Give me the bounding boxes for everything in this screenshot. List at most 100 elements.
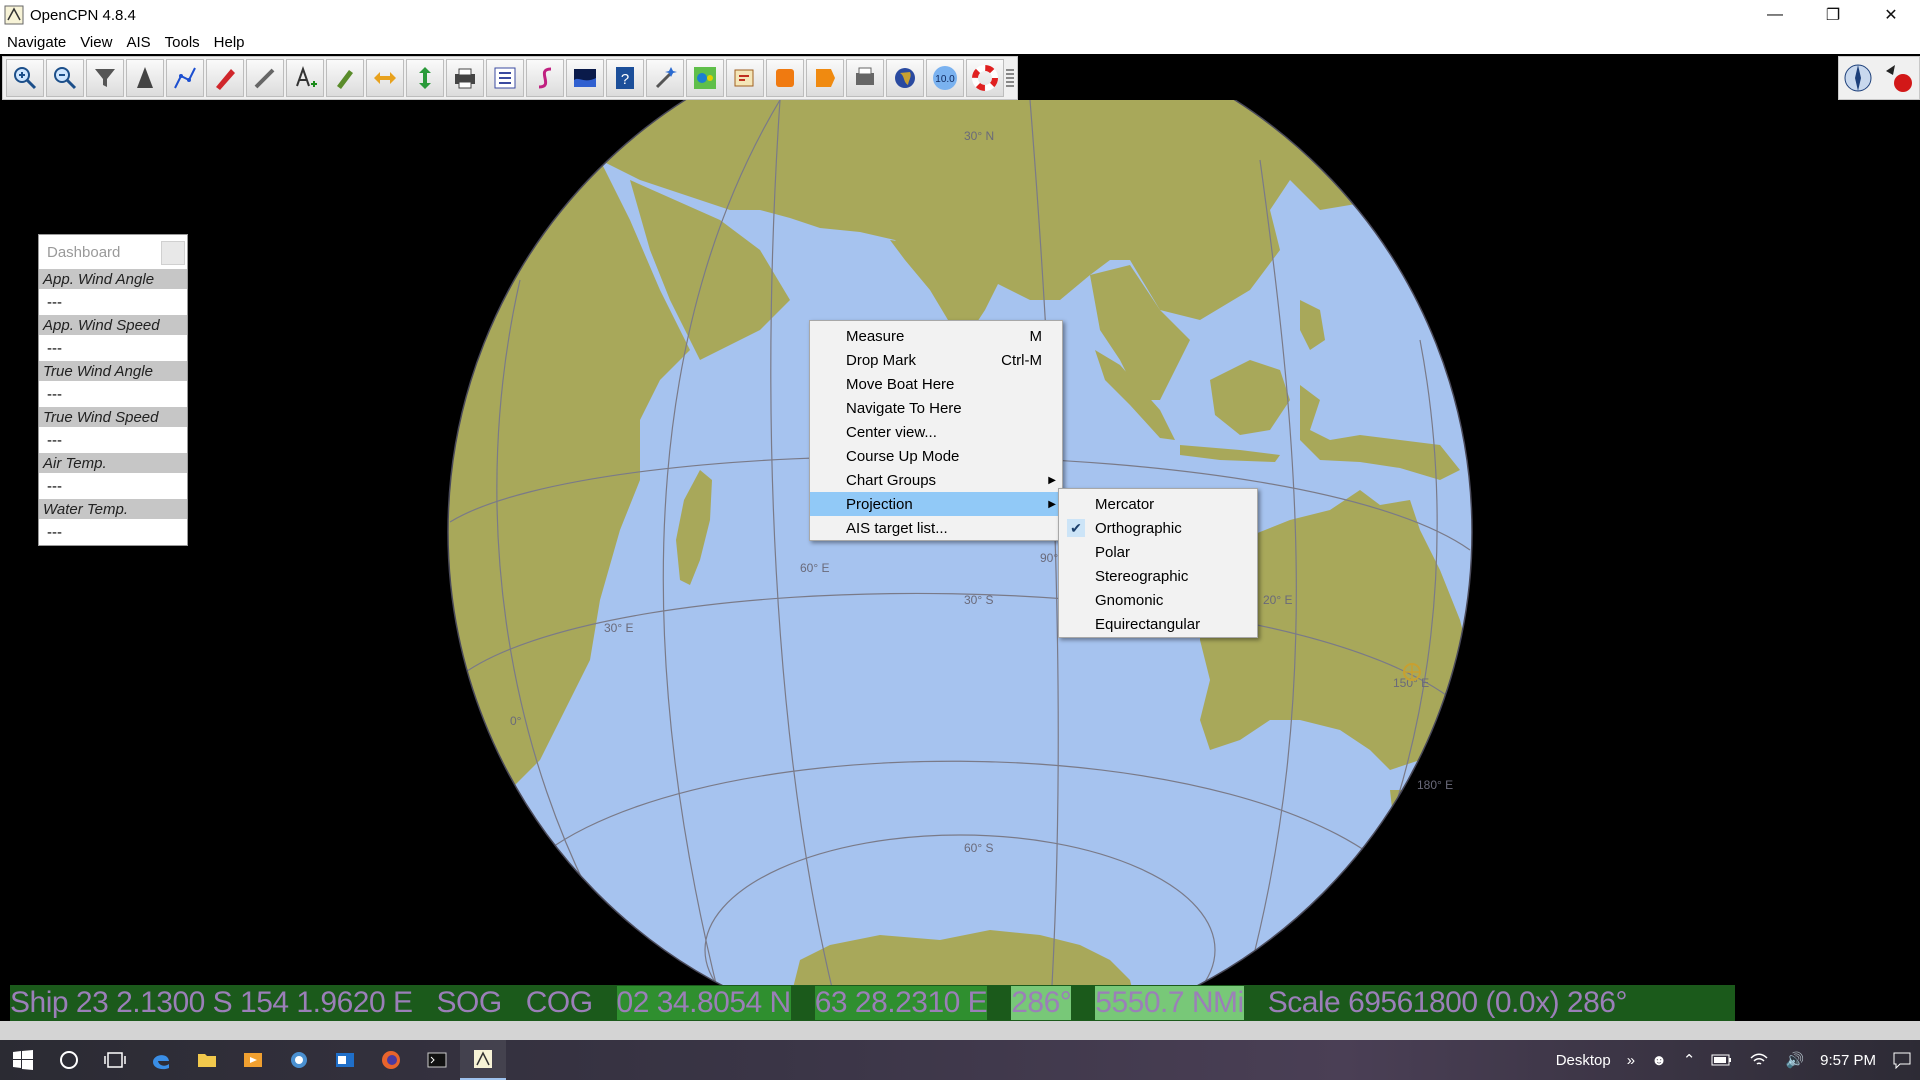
menu-item-chart-groups[interactable]: Chart Groups ▶ [810,468,1062,492]
wifi-icon[interactable] [1749,1052,1769,1068]
taskbar-terminal[interactable] [414,1040,460,1080]
route-button[interactable] [166,59,204,97]
print-button[interactable] [446,59,484,97]
clock-time[interactable]: 9:57 PM [1820,1052,1876,1069]
taskbar-firefox[interactable] [368,1040,414,1080]
s-curve-button[interactable] [526,59,564,97]
orange-square-icon [776,69,794,87]
media-icon [244,1053,262,1067]
menu-item-measure[interactable]: Measure M [810,324,1062,348]
taskbar-edge[interactable] [138,1040,184,1080]
grid-label-30s: 30° S [964,593,993,607]
menu-item-projection[interactable]: Projection ▶ [810,492,1062,516]
projection-mercator[interactable]: Mercator [1059,492,1257,516]
menu-item-ais-target-list[interactable]: AIS target list... [810,516,1062,540]
chevron-up-icon[interactable]: ⌃ [1683,1051,1696,1069]
pencil-edit-button[interactable] [326,59,364,97]
folder-icon [198,1054,216,1067]
context-menu: Measure M Drop Mark Ctrl-M Move Boat Here … [809,320,1063,541]
taskbar-opencpn[interactable] [460,1040,506,1080]
menu-item-drop-mark[interactable]: Drop Mark Ctrl-M [810,348,1062,372]
paper-button[interactable] [726,59,764,97]
chart-canvas[interactable]: 30° N 30° S 60° S 0° 30° E 60° E 90° 20°… [0,100,1920,1020]
dashboard-item-value: --- [39,519,187,545]
menu-help[interactable]: Help [207,34,252,51]
waves-button[interactable] [566,59,604,97]
taskbar-app-blue[interactable] [276,1040,322,1080]
desktop-toolbar-chevron[interactable]: » [1627,1052,1635,1069]
arrows-vertical-button[interactable] [406,59,444,97]
dashboard-item-label: App. Wind Angle [39,269,187,289]
menu-item-navigate-to[interactable]: Navigate To Here [810,396,1062,420]
start-button[interactable] [0,1040,46,1080]
zoom-out-button[interactable] [46,59,84,97]
red-pencil-icon [216,69,235,90]
submenu-item-label: Gnomonic [1095,591,1164,609]
globe-button[interactable] [886,59,924,97]
close-button[interactable]: ✕ [1862,0,1920,30]
text-button[interactable] [286,59,324,97]
menu-item-center-view[interactable]: Center view... [810,420,1062,444]
submenu-arrow-icon: ▶ [1048,474,1056,486]
lifebuoy-icon [972,65,998,91]
projection-polar[interactable]: Polar [1059,540,1257,564]
compass-icon[interactable] [1843,61,1873,95]
dashboard-close-button[interactable] [161,241,185,265]
status-sog: SOG [436,986,503,1019]
windows-logo-icon [13,1050,33,1070]
menu-tools[interactable]: Tools [158,34,207,51]
own-ship-icon[interactable] [1403,663,1421,681]
menu-bar: Navigate View AIS Tools Help [0,30,1920,54]
red-pencil-button[interactable] [206,59,244,97]
printer2-button[interactable] [846,59,884,97]
menu-view[interactable]: View [73,34,119,51]
gps-status-icon[interactable] [1881,61,1915,95]
projection-orthographic[interactable]: ✔ Orthographic [1059,516,1257,540]
ship-icon [137,67,153,88]
menu-item-label: Course Up Mode [846,447,960,465]
wand-button[interactable] [646,59,684,97]
projection-gnomonic[interactable]: Gnomonic [1059,588,1257,612]
maximize-button[interactable]: ❐ [1804,0,1862,30]
ship-button[interactable] [126,59,164,97]
funnel-button[interactable] [86,59,124,97]
list-button[interactable] [486,59,524,97]
orange-square-button[interactable] [766,59,804,97]
value-button[interactable]: 10.0 [926,59,964,97]
projection-equirectangular[interactable]: Equirectangular [1059,612,1257,636]
desktop-toolbar-label[interactable]: Desktop [1556,1052,1611,1069]
lifebuoy-button[interactable] [966,59,1004,97]
taskbar-outlook[interactable] [322,1040,368,1080]
taskbar-file-explorer[interactable] [184,1040,230,1080]
zoom-in-button[interactable] [6,59,44,97]
help-button[interactable]: ? [606,59,644,97]
taskbar-media[interactable] [230,1040,276,1080]
menu-navigate[interactable]: Navigate [0,34,73,51]
menu-ais[interactable]: AIS [119,34,157,51]
search-button[interactable] [46,1040,92,1080]
opencpn-taskbar-icon [474,1050,492,1068]
layers-button[interactable] [686,59,724,97]
battery-icon[interactable] [1711,1053,1733,1067]
task-view-button[interactable] [92,1040,138,1080]
dashboard-title-bar[interactable]: Dashboard [39,235,187,269]
toolbar-grip[interactable] [1005,59,1015,97]
menu-item-move-boat[interactable]: Move Boat Here [810,372,1062,396]
people-icon[interactable]: ☻ [1651,1052,1667,1069]
menu-item-label: AIS target list... [846,519,948,537]
minimize-button[interactable]: — [1746,0,1804,30]
orange-flag-button[interactable] [806,59,844,97]
main-toolbar: ? 10.0 [2,56,1018,100]
arrows-horizontal-button[interactable] [366,59,404,97]
submenu-item-label: Mercator [1095,495,1155,513]
checkmark-icon: ✔ [1067,519,1085,537]
menu-item-course-up[interactable]: Course Up Mode [810,444,1062,468]
submenu-item-label: Polar [1095,543,1131,561]
notifications-icon[interactable] [1892,1051,1912,1069]
volume-icon[interactable]: 🔊 [1785,1051,1804,1069]
terminal-icon [427,1052,447,1068]
text-icon [296,65,317,87]
projection-stereographic[interactable]: Stereographic [1059,564,1257,588]
submenu-item-label: Stereographic [1095,567,1189,585]
measure-button[interactable] [246,59,284,97]
